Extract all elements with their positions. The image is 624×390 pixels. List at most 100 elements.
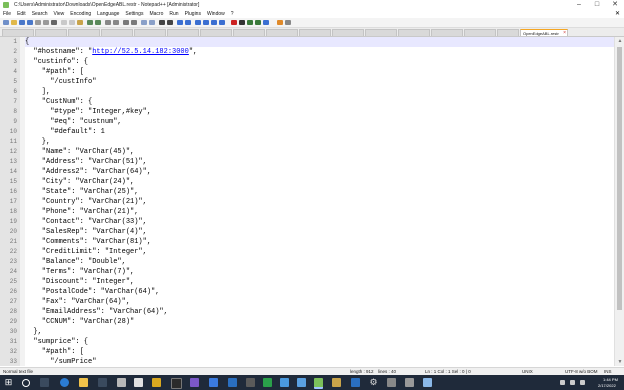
scrollbar-thumb[interactable] <box>617 47 622 310</box>
file-explorer-icon[interactable] <box>79 378 88 387</box>
code-line[interactable]: "Terms": "VarChar(7)", <box>25 267 614 277</box>
tab-item[interactable] <box>266 29 298 36</box>
search-icon[interactable] <box>22 379 30 387</box>
terminal-icon[interactable] <box>171 378 182 389</box>
close-document-icon[interactable]: ✕ <box>615 10 620 18</box>
maximize-button[interactable]: □ <box>588 0 606 10</box>
code-line[interactable]: "/custInfo" <box>25 77 614 87</box>
monitoring-icon[interactable] <box>219 20 225 25</box>
app-icon[interactable] <box>332 378 341 387</box>
code-line[interactable]: "#hostname": "http://52.5.14.182:3000", <box>25 47 614 57</box>
volume-icon[interactable] <box>580 380 585 385</box>
code-line[interactable]: }, <box>25 327 614 337</box>
app-icon[interactable] <box>228 378 237 387</box>
code-line[interactable]: "CreditLimit": "Integer", <box>25 247 614 257</box>
paste-icon[interactable] <box>77 20 83 25</box>
word-wrap-icon[interactable] <box>159 20 165 25</box>
replace-icon[interactable] <box>113 20 119 25</box>
save-macro-icon[interactable] <box>263 20 269 25</box>
tab-item[interactable] <box>299 29 331 36</box>
code-line[interactable]: "Contact": "VarChar(33)", <box>25 217 614 227</box>
menu-settings[interactable]: Settings <box>122 10 146 18</box>
code-line[interactable]: }, <box>25 137 614 147</box>
code-line[interactable]: "#default": 1 <box>25 127 614 137</box>
close-button[interactable]: ✕ <box>606 0 624 10</box>
zoom-in-icon[interactable] <box>123 20 129 25</box>
code-line[interactable]: "State": "VarChar(25)", <box>25 187 614 197</box>
app-icon[interactable] <box>246 378 255 387</box>
app-icon[interactable] <box>351 378 360 387</box>
save-all-icon[interactable] <box>27 20 33 25</box>
code-line[interactable]: "Phone": "VarChar(21)", <box>25 207 614 217</box>
tab-item[interactable] <box>365 29 397 36</box>
copy-icon[interactable] <box>69 20 75 25</box>
code-line[interactable]: "CustNum": { <box>25 97 614 107</box>
tab-item[interactable] <box>332 29 364 36</box>
code-line[interactable]: "City": "VarChar(24)", <box>25 177 614 187</box>
undo-icon[interactable] <box>87 20 93 25</box>
minimize-button[interactable]: – <box>570 0 588 10</box>
app-icon[interactable] <box>134 378 143 387</box>
tab-item[interactable] <box>35 29 67 36</box>
hostname-url-link[interactable]: http://52.5.14.182:3000 <box>92 48 189 56</box>
sync-scroll-h-icon[interactable] <box>149 20 155 25</box>
code-line[interactable]: "PostalCode": "VarChar(64)", <box>25 287 614 297</box>
menu-file[interactable]: File <box>0 10 14 18</box>
stop-macro-icon[interactable] <box>239 20 245 25</box>
task-view-icon[interactable] <box>40 378 49 387</box>
clock-date[interactable]: 2/17/2022 <box>598 382 616 389</box>
menu-window[interactable]: Window <box>204 10 228 18</box>
indent-guide-icon[interactable] <box>177 20 183 25</box>
user-lang-icon[interactable] <box>185 20 191 25</box>
code-line[interactable]: "#path": [ <box>25 67 614 77</box>
tab-item[interactable] <box>497 29 519 36</box>
edge-browser-icon[interactable] <box>60 378 69 387</box>
find-icon[interactable] <box>105 20 111 25</box>
app-icon[interactable] <box>387 378 396 387</box>
code-line[interactable]: "#path": [ <box>25 347 614 357</box>
code-line[interactable]: "Balance": "Double", <box>25 257 614 267</box>
cut-icon[interactable] <box>61 20 67 25</box>
network-icon[interactable] <box>570 380 575 385</box>
menu-help[interactable]: ? <box>228 10 237 18</box>
menu-language[interactable]: Language <box>94 10 122 18</box>
code-line[interactable]: ], <box>25 87 614 97</box>
app-icon[interactable] <box>280 378 289 387</box>
app-icon[interactable] <box>117 378 126 387</box>
app-icon[interactable] <box>423 378 432 387</box>
code-line[interactable]: "Comments": "VarChar(81)", <box>25 237 614 247</box>
plugin-icon[interactable] <box>277 20 283 25</box>
tab-item[interactable] <box>233 29 265 36</box>
plugin-icon-2[interactable] <box>285 20 291 25</box>
play-macro-icon[interactable] <box>247 20 253 25</box>
menu-run[interactable]: Run <box>166 10 181 18</box>
tab-active-document[interactable]: OpenEdgeABL.restr × <box>520 29 568 36</box>
app-icon[interactable] <box>405 378 414 387</box>
code-line[interactable]: "Country": "VarChar(21)", <box>25 197 614 207</box>
app-icon[interactable] <box>209 378 218 387</box>
open-file-icon[interactable] <box>11 20 17 25</box>
function-list-icon[interactable] <box>203 20 209 25</box>
notepadpp-taskbar-icon[interactable] <box>314 378 323 389</box>
menu-view[interactable]: View <box>51 10 68 18</box>
code-line[interactable]: "Discount": "Integer", <box>25 277 614 287</box>
code-line[interactable]: "custinfo": { <box>25 57 614 67</box>
new-file-icon[interactable] <box>3 20 9 25</box>
code-line[interactable]: "EmailAddress": "VarChar(64)", <box>25 307 614 317</box>
tab-item[interactable] <box>167 29 199 36</box>
scroll-up-icon[interactable]: ▲ <box>615 37 624 45</box>
menu-search[interactable]: Search <box>29 10 51 18</box>
code-line[interactable]: { <box>25 37 614 47</box>
menu-plugins[interactable]: Plugins <box>182 10 204 18</box>
code-line[interactable]: "/sumPrice" <box>25 357 614 366</box>
show-all-chars-icon[interactable] <box>167 20 173 25</box>
tab-close-icon[interactable]: × <box>563 30 566 36</box>
code-line[interactable]: "CCNUM": "VarChar(28)" <box>25 317 614 327</box>
folder-workspace-icon[interactable] <box>211 20 217 25</box>
visual-studio-icon[interactable] <box>190 378 199 387</box>
code-line[interactable]: "Address": "VarChar(51)", <box>25 157 614 167</box>
app-icon[interactable] <box>98 378 107 387</box>
menu-macro[interactable]: Macro <box>146 10 166 18</box>
save-icon[interactable] <box>19 20 25 25</box>
tab-item[interactable] <box>101 29 133 36</box>
